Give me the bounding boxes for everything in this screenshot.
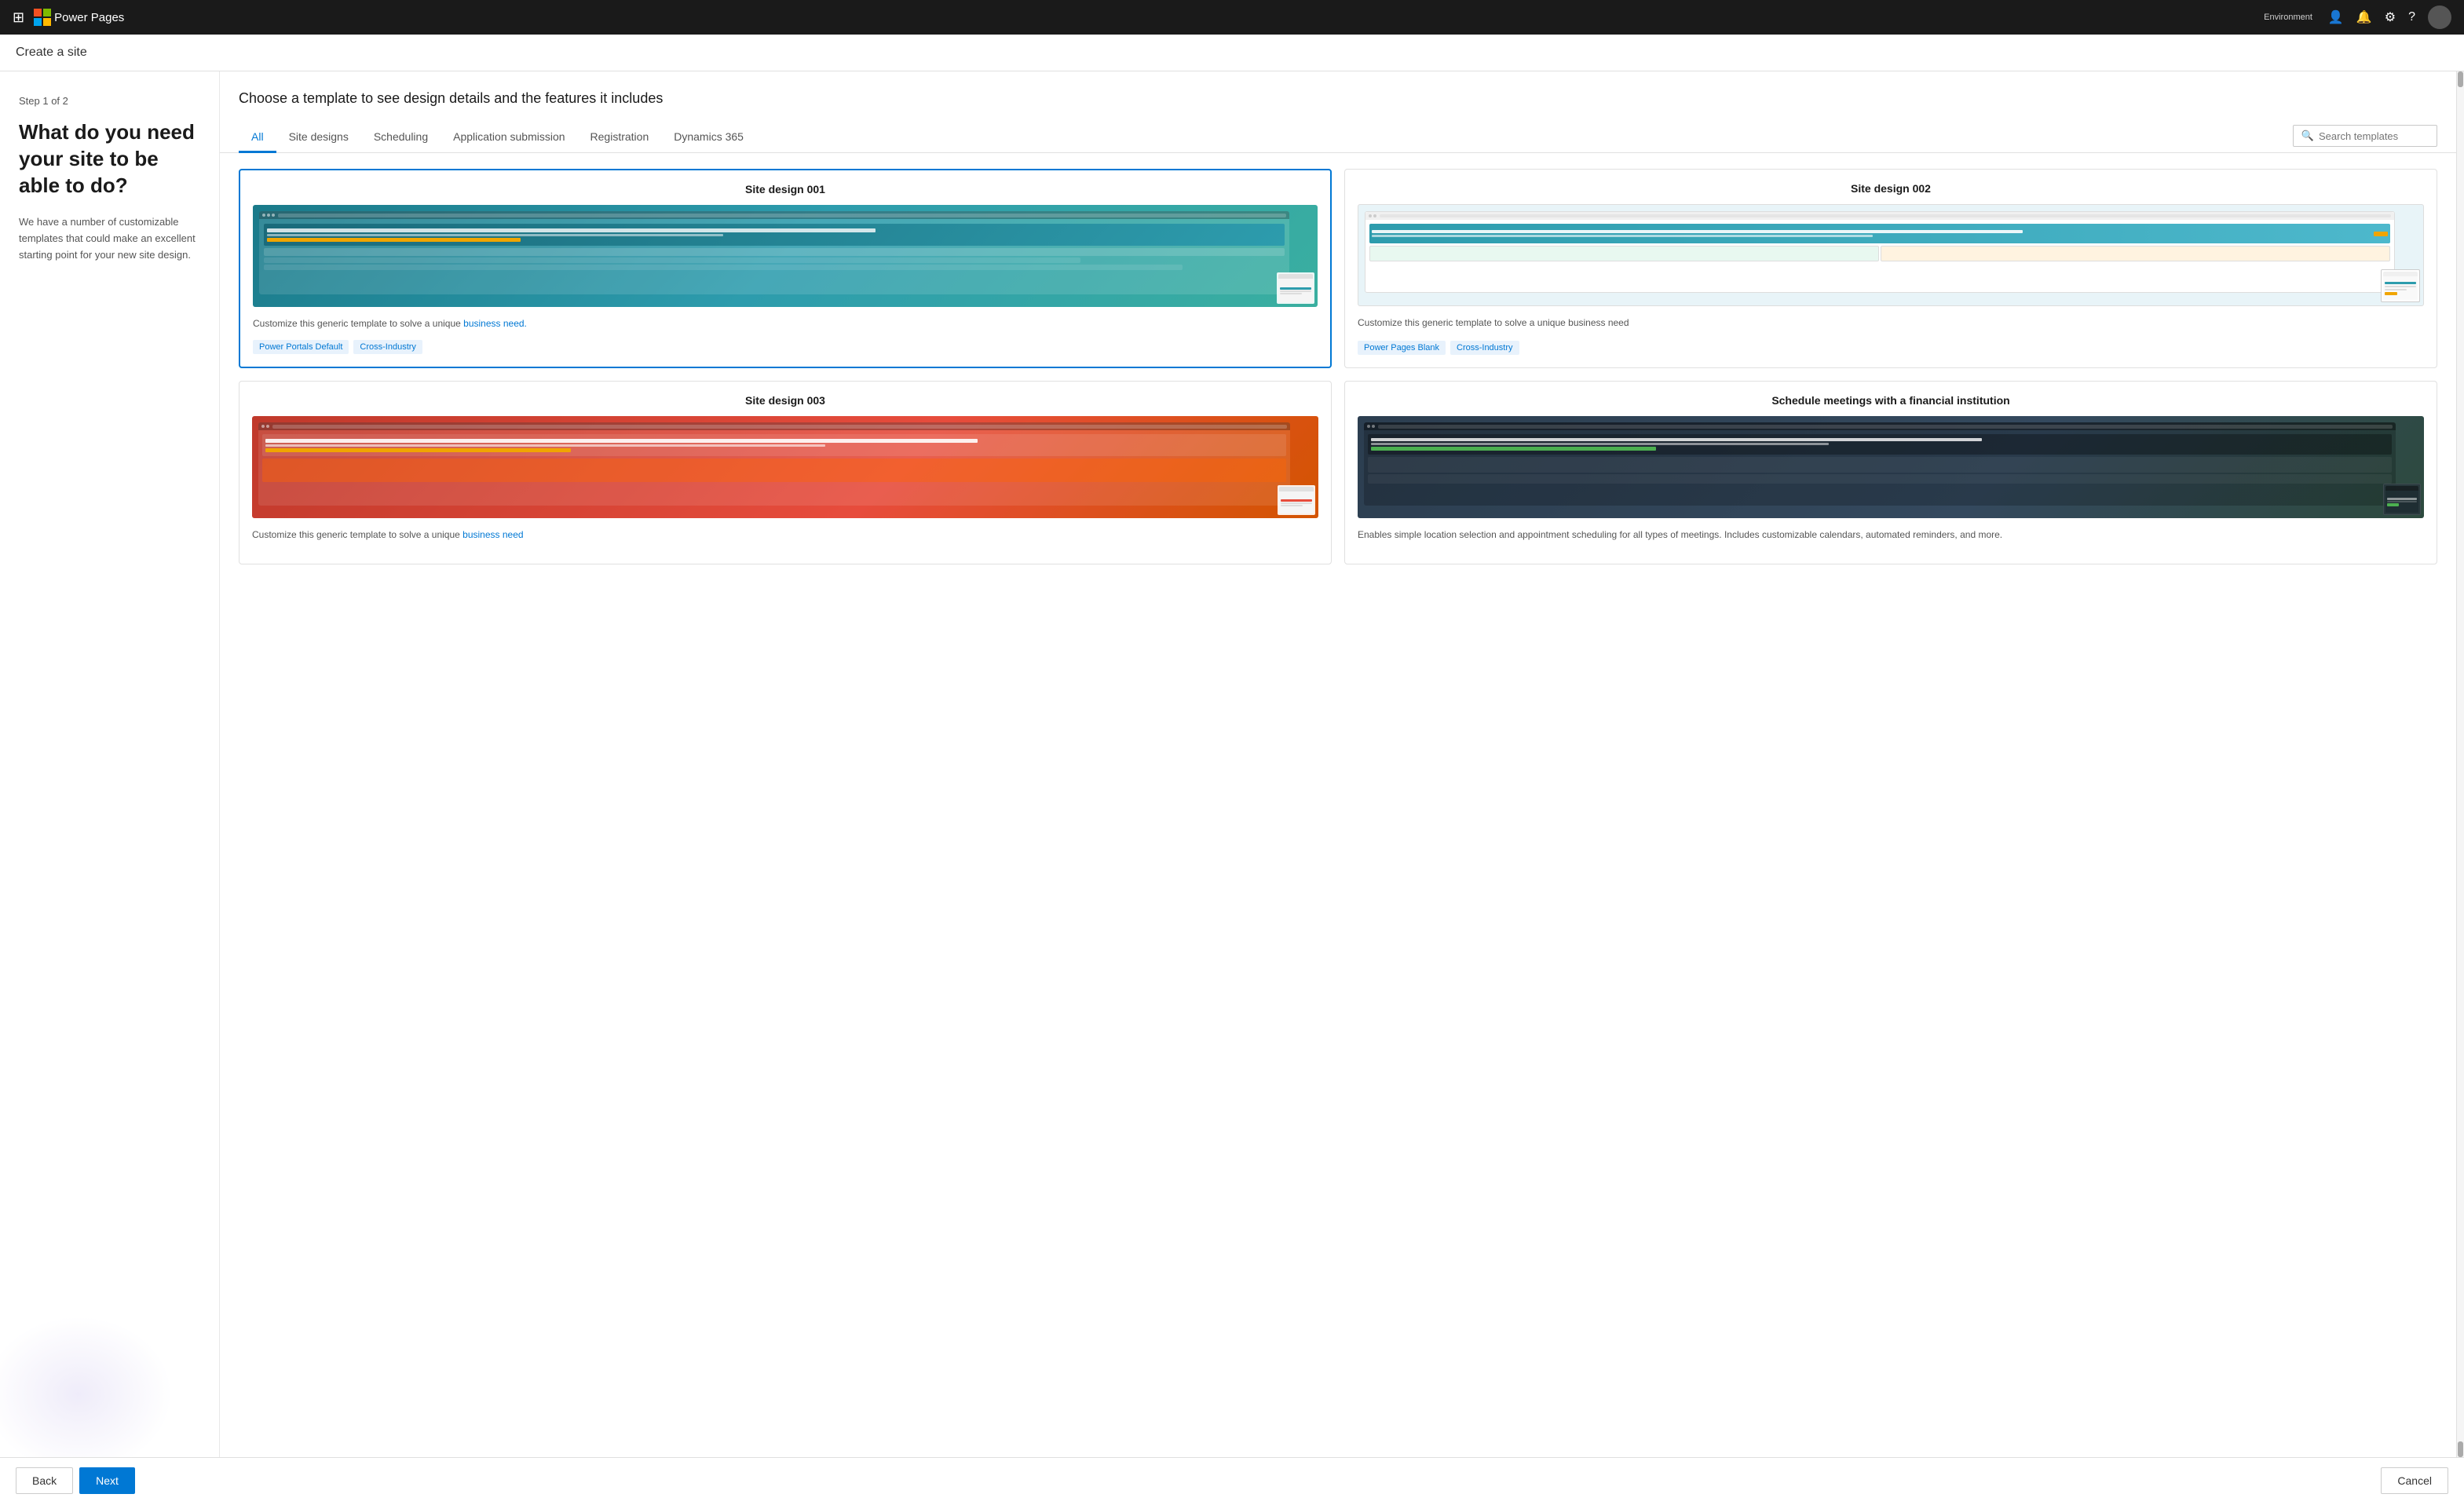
template-preview-schedule [1358, 416, 2424, 518]
template-title-003: Site design 003 [252, 394, 1318, 407]
template-title-schedule: Schedule meetings with a financial insti… [1358, 394, 2424, 407]
tab-site-designs[interactable]: Site designs [276, 122, 361, 153]
tab-scheduling[interactable]: Scheduling [361, 122, 441, 153]
tab-registration[interactable]: Registration [578, 122, 662, 153]
sidebar-heading: What do you need your site to be able to… [19, 119, 200, 199]
template-preview-001 [253, 205, 1318, 307]
step-label: Step 1 of 2 [19, 95, 200, 107]
cancel-button[interactable]: Cancel [2381, 1467, 2448, 1494]
template-title-002: Site design 002 [1358, 182, 2424, 195]
template-desc-schedule: Enables simple location selection and ap… [1358, 528, 2424, 542]
template-preview-002 [1358, 204, 2424, 306]
footer: Back Next Cancel [0, 1457, 2464, 1503]
template-card-site-001[interactable]: Site design 001 [239, 169, 1332, 368]
tab-application-submission[interactable]: Application submission [441, 122, 577, 153]
templates-grid: Site design 001 [220, 153, 2456, 1457]
search-templates-container[interactable]: 🔍 [2293, 125, 2437, 147]
bell-icon[interactable]: 🔔 [2356, 9, 2372, 25]
search-input[interactable] [2319, 130, 2429, 142]
tag-power-pages-blank: Power Pages Blank [1358, 341, 1446, 355]
scrollbar-thumb-top [2458, 71, 2463, 87]
sidebar-description: We have a number of customizable templat… [19, 214, 200, 263]
microsoft-logo: Power Pages [34, 9, 124, 26]
content-header: Choose a template to see design details … [220, 71, 2456, 122]
back-button[interactable]: Back [16, 1467, 73, 1494]
template-desc-003: Customize this generic template to solve… [252, 528, 1318, 542]
template-card-schedule[interactable]: Schedule meetings with a financial insti… [1344, 381, 2437, 564]
nav-icons: 👤 🔔 ⚙ ? [2328, 5, 2451, 29]
template-title-001: Site design 001 [253, 183, 1318, 195]
waffle-menu[interactable]: ⊞ [13, 9, 24, 26]
tag-cross-industry-001: Cross-Industry [353, 340, 422, 354]
page-title: Create a site [16, 46, 87, 59]
app-name: Power Pages [54, 11, 124, 24]
help-icon[interactable]: ? [2408, 10, 2415, 24]
template-desc-002: Customize this generic template to solve… [1358, 316, 2424, 330]
template-tags-001: Power Portals Default Cross-Industry [253, 340, 1318, 354]
template-card-site-003[interactable]: Site design 003 [239, 381, 1332, 564]
right-content: Choose a template to see design details … [220, 71, 2456, 1457]
user-avatar[interactable] [2428, 5, 2451, 29]
main-layout: Step 1 of 2 What do you need your site t… [0, 71, 2464, 1457]
tag-cross-industry-002: Cross-Industry [1450, 341, 1519, 355]
settings-icon[interactable]: ⚙ [2385, 9, 2396, 25]
top-navigation: ⊞ Power Pages Environment 👤 🔔 ⚙ ? [0, 0, 2464, 35]
right-scrollbar[interactable] [2456, 71, 2464, 1457]
page-header: Create a site [0, 35, 2464, 71]
search-icon: 🔍 [2301, 130, 2314, 142]
content-title: Choose a template to see design details … [239, 90, 2437, 107]
tab-dynamics365[interactable]: Dynamics 365 [661, 122, 756, 153]
template-desc-001: Customize this generic template to solve… [253, 316, 1318, 331]
template-tags-002: Power Pages Blank Cross-Industry [1358, 341, 2424, 355]
person-icon[interactable]: 👤 [2328, 9, 2344, 25]
sidebar-decoration [0, 1316, 173, 1457]
tab-all[interactable]: All [239, 122, 276, 153]
tag-power-portals: Power Portals Default [253, 340, 349, 354]
tab-bar: All Site designs Scheduling Application … [220, 122, 2456, 153]
next-button[interactable]: Next [79, 1467, 135, 1494]
left-sidebar: Step 1 of 2 What do you need your site t… [0, 71, 220, 1457]
template-card-site-002[interactable]: Site design 002 [1344, 169, 2437, 368]
environment-selector: Environment [2264, 13, 2312, 22]
scrollbar-thumb-bottom [2458, 1441, 2463, 1457]
template-preview-003 [252, 416, 1318, 518]
